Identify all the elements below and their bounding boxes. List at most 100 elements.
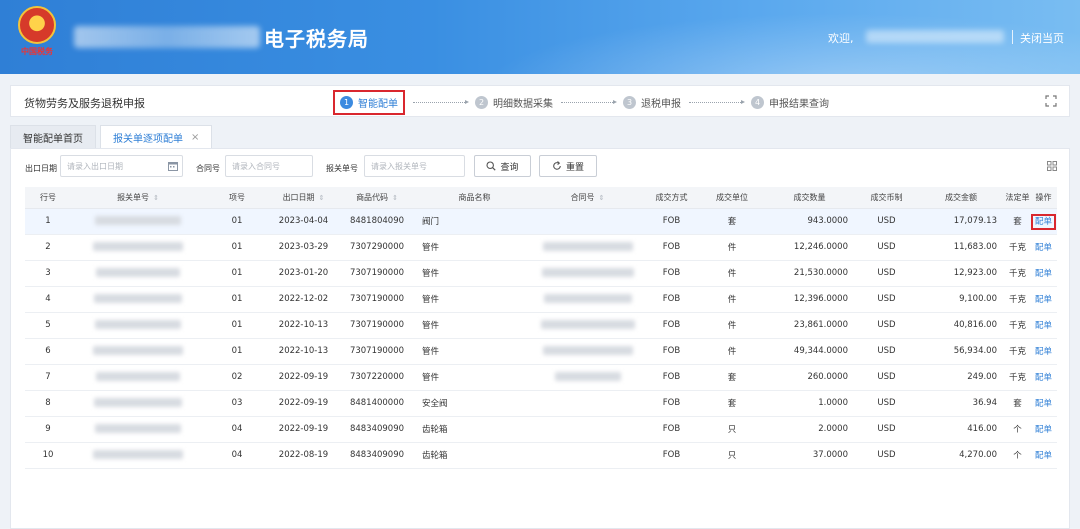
table-row[interactable]: 7 02 2022-09-19 7307220000 管件 FOB 套 260.0000 USD… [25,364,1057,391]
sort-icon[interactable]: ⇕ [599,194,605,202]
table-row[interactable]: 2 01 2023-03-29 7307290000 管件 FOB 件 12,246.0000… [25,234,1057,261]
trade-method: FOB [642,286,701,313]
column-header[interactable]: 合同号 ⇕ [533,187,642,209]
trade-quantity: 23,861.0000 [763,312,856,339]
legal-unit: 千克 [1005,234,1030,261]
line-number: 5 [25,312,71,339]
step-connector [413,99,469,104]
action-cell: 配单 [1030,416,1057,443]
product-name: 管件 [416,338,533,365]
match-button[interactable]: 配单 [1035,373,1052,383]
step-smart-match[interactable]: 1 智能配单 [333,89,405,115]
wizard-steps: 1 智能配单 2 明细数据采集 3 退税申报 4 申报结果查询 [333,86,829,118]
match-button[interactable]: 配单 [1030,214,1057,230]
close-page-link[interactable]: 关闭当页 [1020,30,1064,46]
export-date-input[interactable]: 请录入出口日期 [60,155,183,177]
export-date: 2023-04-04 [269,208,338,235]
close-icon[interactable]: × [191,132,199,143]
trade-method: FOB [642,364,701,391]
trade-unit: 件 [701,286,763,313]
legal-unit: 千克 [1005,312,1030,339]
trade-quantity: 2.0000 [763,416,856,443]
query-label: 查询 [500,162,519,173]
trade-currency: USD [856,416,917,443]
product-name: 管件 [416,312,533,339]
match-button[interactable]: 配单 [1035,295,1052,305]
table-row[interactable]: 8 03 2022-09-19 8481400000 安全阀 FOB 套 1.0000 USD 3… [25,390,1057,417]
table-row[interactable]: 1 01 2023-04-04 8481804090 阀门 FOB 套 943.0000 USD… [25,208,1057,235]
trade-unit: 套 [701,390,763,417]
contract-no-cell [533,208,642,235]
trade-unit: 件 [701,234,763,261]
column-header[interactable]: 商品代码 ⇕ [338,187,416,209]
product-name: 管件 [416,234,533,261]
product-name: 管件 [416,260,533,287]
step-detail-collection[interactable]: 2 明细数据采集 [475,95,553,110]
step-refund-declaration[interactable]: 3 退税申报 [623,95,681,110]
main-panel: 出口日期 请录入出口日期 合同号 请录入合同号 报关单号 请录入报关单号 查询 [10,148,1070,529]
trade-currency: USD [856,390,917,417]
table-row[interactable]: 6 01 2022-10-13 7307190000 管件 FOB 件 49,344.0000… [25,338,1057,365]
reset-button[interactable]: 重置 [539,155,597,177]
product-code: 7307190000 [338,338,416,365]
trade-quantity: 12,396.0000 [763,286,856,313]
trade-quantity: 12,246.0000 [763,234,856,261]
match-button[interactable]: 配单 [1035,425,1052,435]
sort-icon[interactable]: ⇕ [319,194,325,202]
table-row[interactable]: 9 04 2022-09-19 8483409090 齿轮箱 FOB 只 2.0000 USD 4… [25,416,1057,443]
column-header: 成交单位 [701,187,763,209]
product-code: 8483409090 [338,442,416,469]
calendar-icon[interactable] [168,161,178,171]
contract-input[interactable]: 请录入合同号 [225,155,313,177]
trade-method: FOB [642,208,701,235]
item-number: 04 [205,416,269,443]
column-header: 行号 [25,187,71,209]
match-button[interactable]: 配单 [1035,347,1052,357]
trade-method: FOB [642,390,701,417]
contract-no-cell [533,416,642,443]
tab-smart-match-home[interactable]: 智能配单首页 [10,125,96,149]
column-header[interactable]: 出口日期 ⇕ [269,187,338,209]
step-connector [561,99,617,104]
legal-unit: 套 [1005,208,1030,235]
column-header[interactable]: 报关单号 ⇕ [71,187,205,209]
table-row[interactable]: 10 04 2022-08-19 8483409090 齿轮箱 FOB 只 37.0000 US… [25,442,1057,469]
step-result-query[interactable]: 4 申报结果查询 [751,95,829,110]
blurred-organization-name [74,26,260,48]
match-button[interactable]: 配单 [1035,399,1052,409]
emblem-disc-icon [18,6,56,44]
contract-no-cell [533,390,642,417]
contract-no-cell [533,260,642,287]
customs-no-input[interactable]: 请录入报关单号 [364,155,465,177]
tab-customs-item-match[interactable]: 报关单逐项配单 × [100,125,213,149]
query-button[interactable]: 查询 [474,155,531,177]
table-row[interactable]: 4 01 2022-12-02 7307190000 管件 FOB 件 12,396.0000… [25,286,1057,313]
reset-label: 重置 [565,162,584,173]
export-date: 2022-10-13 [269,312,338,339]
tab-label: 报关单逐项配单 [113,134,183,145]
grid-icon[interactable] [1047,161,1057,171]
trade-unit: 套 [701,208,763,235]
trade-amount: 12,923.00 [917,260,1005,287]
item-number: 01 [205,260,269,287]
action-cell: 配单 [1030,442,1057,469]
product-name: 安全阀 [416,390,533,417]
legal-unit: 千克 [1005,338,1030,365]
line-number: 2 [25,234,71,261]
match-button[interactable]: 配单 [1035,269,1052,279]
trade-amount: 249.00 [917,364,1005,391]
sort-icon[interactable]: ⇕ [153,194,159,202]
trade-method: FOB [642,312,701,339]
line-number: 4 [25,286,71,313]
match-button[interactable]: 配单 [1035,243,1052,253]
product-code: 7307220000 [338,364,416,391]
match-button[interactable]: 配单 [1035,321,1052,331]
trade-amount: 56,934.00 [917,338,1005,365]
table-row[interactable]: 3 01 2023-01-20 7307190000 管件 FOB 件 21,530.0000… [25,260,1057,287]
welcome-text: 欢迎, [828,32,854,45]
sort-icon[interactable]: ⇕ [392,194,398,202]
expand-icon[interactable] [1045,95,1057,107]
export-date: 2022-08-19 [269,442,338,469]
match-button[interactable]: 配单 [1035,451,1052,461]
table-row[interactable]: 5 01 2022-10-13 7307190000 管件 FOB 件 23,861.0000… [25,312,1057,339]
